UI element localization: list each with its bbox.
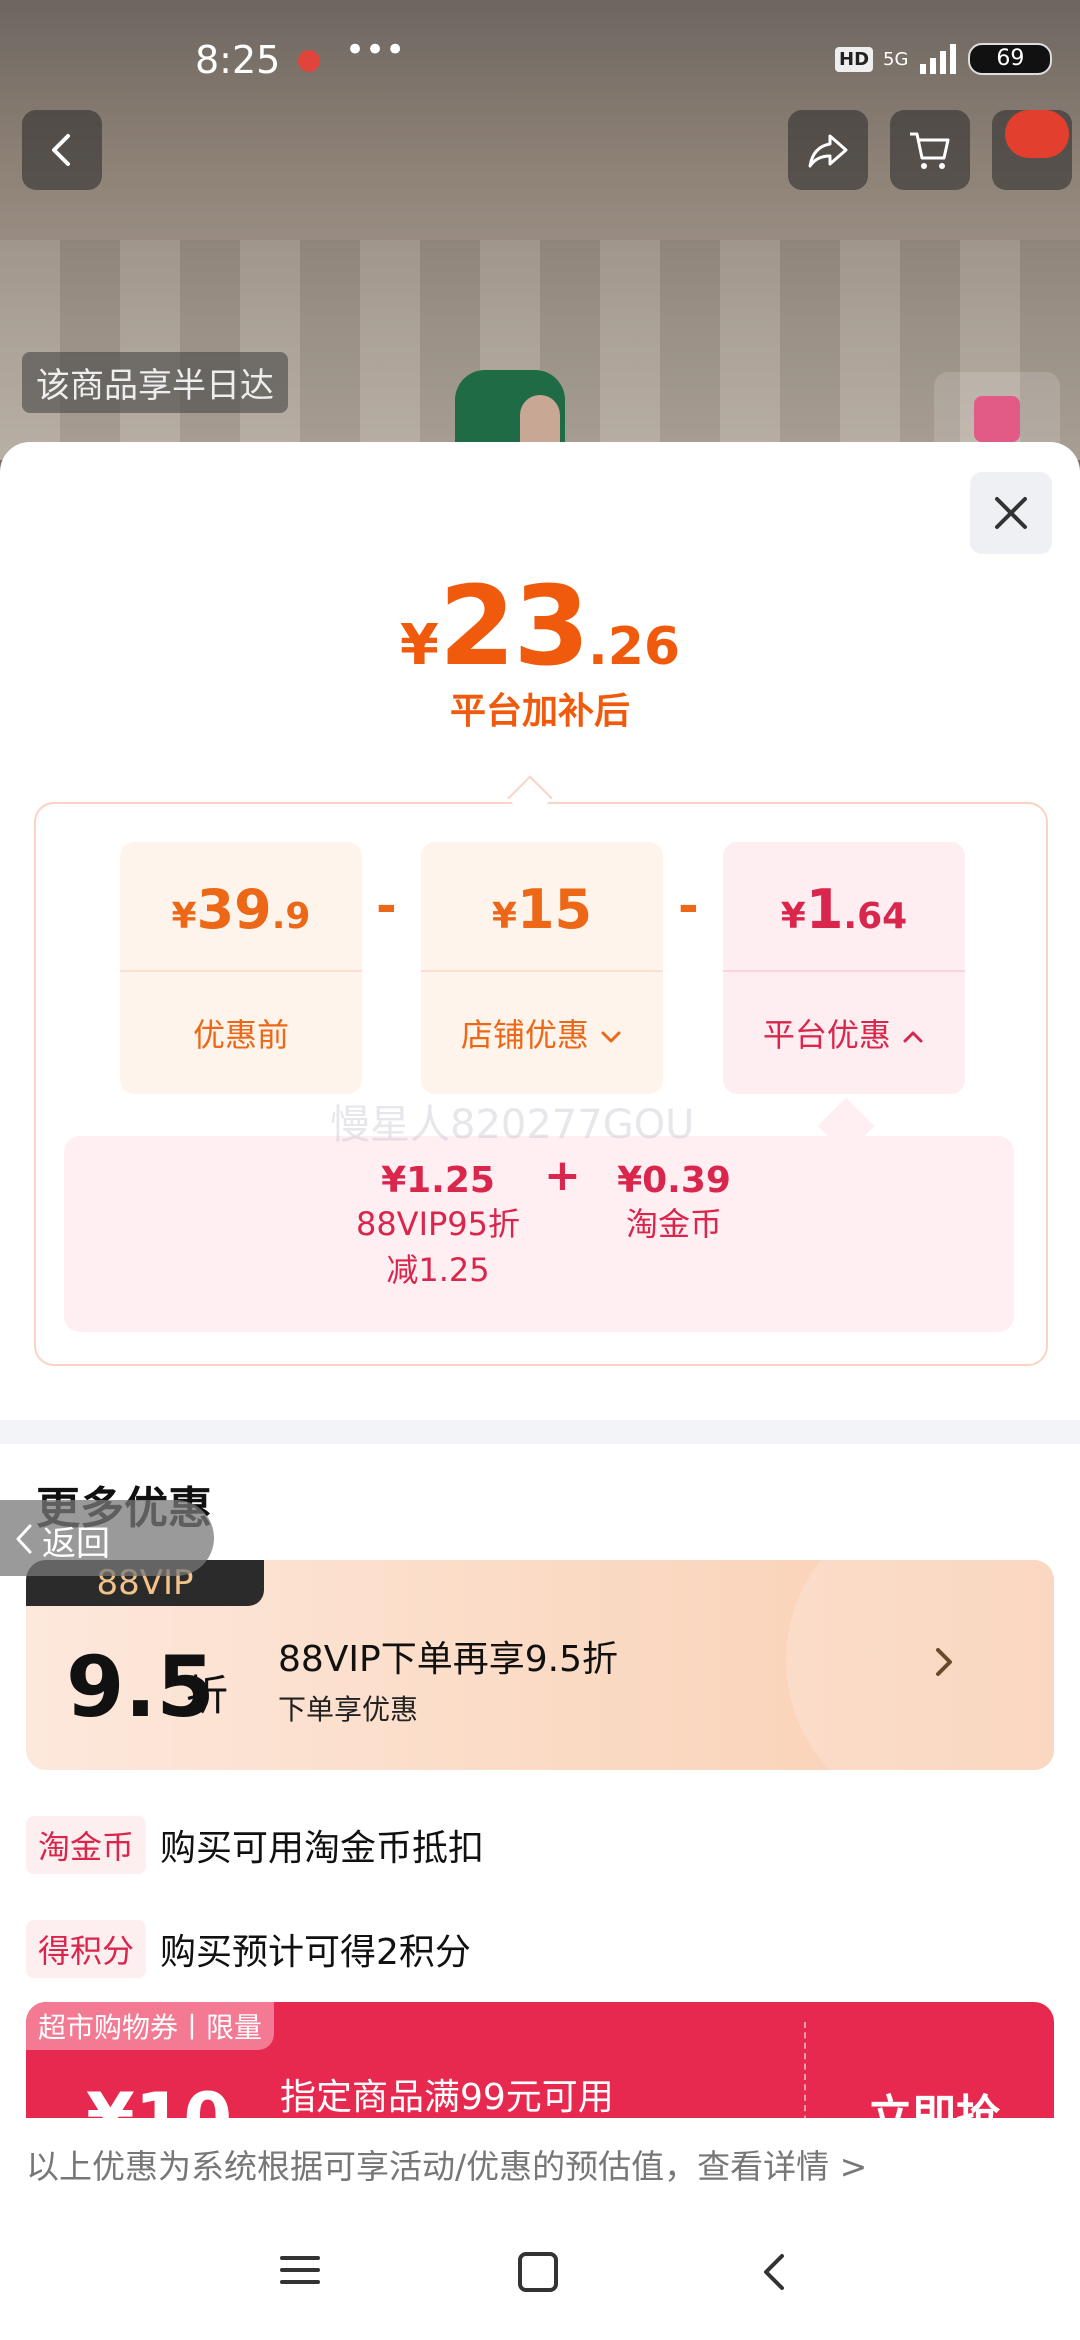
final-price-integer: 23 — [438, 562, 590, 690]
back-button[interactable] — [22, 110, 102, 190]
decorative-circle — [786, 1560, 1054, 1770]
final-price-currency: ¥ — [399, 613, 439, 678]
coupon-divider — [804, 2022, 806, 2132]
chart-icon — [974, 396, 1020, 442]
estimate-note-link[interactable]: 以上优惠为系统根据可享活动/优惠的预估值，查看详情 > — [26, 2140, 867, 2188]
battery-icon: 69 — [968, 43, 1053, 75]
system-nav-bar — [0, 2220, 1080, 2340]
platform-discount-label: 平台优惠 — [723, 1010, 965, 1056]
plus-sign: + — [544, 1150, 581, 1201]
half-day-delivery-badge: 该商品享半日达 — [22, 352, 288, 413]
card-divider — [120, 970, 362, 972]
platform-discount-detail: ¥1.25 88VIP95折 减1.25 + ¥0.39 淘金币 — [64, 1136, 1014, 1332]
minus-sign: - — [678, 877, 699, 935]
discount-sheet: ¥23.26 平台加补后 ¥39.9 优惠前 - ¥15 店铺优惠 - ¥1.6… — [0, 442, 1080, 2340]
notification-icon — [298, 50, 320, 72]
floating-back-label: 返回 — [42, 1524, 110, 1564]
floating-back-button[interactable]: 返回 — [0, 1500, 214, 1576]
hd-icon: HD — [835, 46, 874, 72]
system-icons: HD 5G 69 — [835, 42, 1053, 76]
home-icon[interactable] — [516, 2250, 560, 2294]
minus-sign: - — [376, 877, 397, 935]
platform-discount-card[interactable]: ¥1.64 平台优惠 — [723, 842, 965, 1094]
original-price-amount: ¥39.9 — [171, 878, 311, 941]
platform-discount-amount: ¥1.64 — [780, 878, 908, 941]
points-text: 购买预计可得2积分 — [160, 1932, 471, 1973]
cart-icon — [910, 132, 950, 169]
store-discount-amount: ¥15 — [491, 878, 593, 941]
final-price: ¥23.26 — [0, 562, 1080, 690]
final-price-label: 平台加补后 — [449, 691, 630, 732]
store-discount-label: 店铺优惠 — [421, 1010, 663, 1056]
status-bar: 8:25 ••• HD 5G 69 — [0, 30, 1080, 90]
vip-discount-unit: 折 — [186, 1671, 229, 1720]
message-badge-icon — [1005, 110, 1069, 158]
coin-text: 购买可用淘金币抵扣 — [160, 1828, 485, 1869]
final-price-decimal: .26 — [587, 617, 681, 677]
store-discount-card[interactable]: ¥15 店铺优惠 — [421, 842, 663, 1094]
chevron-down-icon — [601, 1031, 621, 1043]
back-nav-icon[interactable] — [756, 2250, 792, 2294]
coin-discount-item: ¥0.39 淘金币 — [594, 1160, 754, 1247]
vip-discount-desc: 88VIP95折 — [355, 1205, 521, 1243]
coin-row: 淘金币 购买可用淘金币抵扣 — [26, 1816, 484, 1876]
coupon-condition: 指定商品满99元可用 — [280, 2077, 614, 2118]
coin-discount-value: ¥0.39 — [617, 1160, 731, 1201]
original-price-card: ¥39.9 优惠前 — [120, 842, 362, 1094]
status-time: 8:25 — [195, 38, 281, 82]
points-tag: 得积分 — [26, 1920, 147, 1978]
chevron-right-icon — [936, 1648, 952, 1676]
share-icon — [808, 134, 848, 168]
vip-discount-value: ¥1.25 — [381, 1160, 495, 1201]
card-divider — [421, 970, 663, 972]
supermarket-coupon[interactable]: 超市购物券丨限量 ¥10 指定商品满99元可用 立即抢 — [26, 2002, 1054, 2132]
original-price-label: 优惠前 — [192, 1016, 289, 1054]
vip-offer-title: 88VIP下单再享9.5折 — [278, 1639, 619, 1680]
share-button[interactable] — [788, 110, 868, 190]
coin-tag: 淘金币 — [26, 1816, 147, 1874]
coin-discount-desc: 淘金币 — [625, 1205, 722, 1243]
watermark: 慢星人820277GOU — [330, 1102, 695, 1148]
points-row: 得积分 购买预计可得2积分 — [26, 1920, 471, 1980]
more-notifications-icon: ••• — [345, 30, 406, 70]
close-icon — [995, 497, 1027, 529]
close-button[interactable] — [970, 472, 1052, 554]
chevron-up-icon — [903, 1031, 923, 1043]
chevron-left-icon — [16, 1524, 32, 1554]
chevron-left-icon — [52, 134, 70, 166]
section-divider — [0, 1420, 1080, 1444]
vip-offer-subtitle: 下单享优惠 — [278, 1693, 419, 1726]
network-icon: 5G — [883, 48, 909, 70]
coupon-tag: 超市购物券丨限量 — [26, 2002, 275, 2050]
vip-discount-desc-2: 减1.25 — [386, 1251, 490, 1289]
cart-button[interactable] — [890, 110, 970, 190]
vip-discount-item: ¥1.25 88VIP95折 减1.25 — [323, 1160, 553, 1293]
signal-icon — [920, 44, 957, 74]
card-divider — [723, 970, 965, 972]
menu-icon[interactable] — [280, 2250, 320, 2290]
